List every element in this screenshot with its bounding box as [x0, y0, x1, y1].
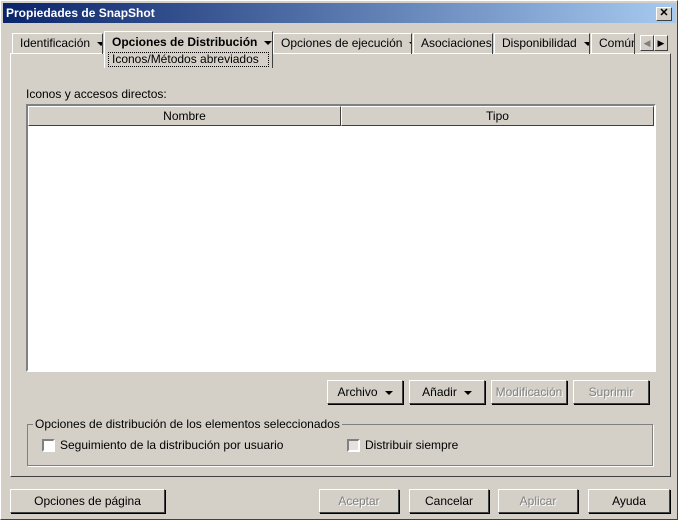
cancel-button[interactable]: Cancelar [409, 489, 489, 513]
button-label: Añadir [422, 385, 457, 399]
tab-label: Opciones de Distribución [112, 35, 258, 49]
list-label: Iconos y accesos directos: [26, 87, 167, 101]
subtab-iconos[interactable]: Iconos/Métodos abreviados [108, 52, 269, 67]
anadir-button[interactable]: Añadir [409, 380, 485, 404]
distribution-options-group: Opciones de distribución de los elemento… [27, 417, 653, 466]
column-header-nombre[interactable]: Nombre [28, 106, 341, 126]
dialog-window: Propiedades de SnapShot ✕ Identificación… [0, 0, 678, 520]
modificacion-button[interactable]: Modificación [491, 380, 567, 404]
archivo-button[interactable]: Archivo [327, 380, 403, 404]
seguimiento-checkbox[interactable] [42, 439, 55, 452]
window-title: Propiedades de SnapShot [6, 6, 155, 20]
tab-label: Disponibilidad [502, 36, 577, 50]
accept-button[interactable]: Aceptar [319, 489, 399, 513]
tab-scroll-left-button[interactable]: ◀ [640, 35, 654, 51]
chevron-down-icon [384, 390, 393, 395]
shortcuts-table[interactable]: Nombre Tipo [26, 104, 656, 372]
group-label: Opciones de distribución de los elemento… [33, 417, 342, 431]
tab-opciones-ejecucion[interactable]: Opciones de ejecución [273, 33, 412, 54]
chevron-down-icon[interactable] [97, 41, 102, 46]
tab-identificacion[interactable]: Identificación [12, 33, 103, 54]
suprimir-button[interactable]: Suprimir [573, 380, 649, 404]
tab-scroll-right-button[interactable]: ▶ [654, 35, 668, 51]
chevron-down-icon [463, 390, 472, 395]
help-button[interactable]: Ayuda [588, 489, 670, 513]
chevron-down-icon[interactable] [409, 41, 411, 46]
seguimiento-label[interactable]: Seguimiento de la distribución por usuar… [60, 438, 283, 452]
apply-button[interactable]: Aplicar [498, 489, 578, 513]
distribuir-siempre-label[interactable]: Distribuir siempre [365, 438, 458, 452]
title-bar: Propiedades de SnapShot ✕ [3, 3, 676, 23]
tab-opciones-distribucion[interactable]: Opciones de Distribución Iconos/Métodos … [104, 31, 273, 68]
close-button[interactable]: ✕ [656, 7, 672, 21]
tab-label: Común [599, 36, 635, 50]
chevron-down-icon[interactable] [264, 40, 272, 45]
tab-label: Asociaciones [421, 36, 492, 50]
tab-comun[interactable]: Común [591, 33, 635, 54]
chevron-down-icon[interactable] [583, 41, 589, 46]
button-label: Archivo [337, 385, 378, 399]
distribuir-siempre-checkbox[interactable] [347, 439, 360, 452]
tab-disponibilidad[interactable]: Disponibilidad [494, 33, 590, 54]
page-options-button[interactable]: Opciones de página [10, 489, 165, 513]
tab-label: Opciones de ejecución [281, 36, 403, 50]
tab-label: Identificación [20, 36, 91, 50]
tab-asociaciones[interactable]: Asociaciones [413, 33, 493, 54]
column-header-tipo[interactable]: Tipo [341, 106, 654, 126]
